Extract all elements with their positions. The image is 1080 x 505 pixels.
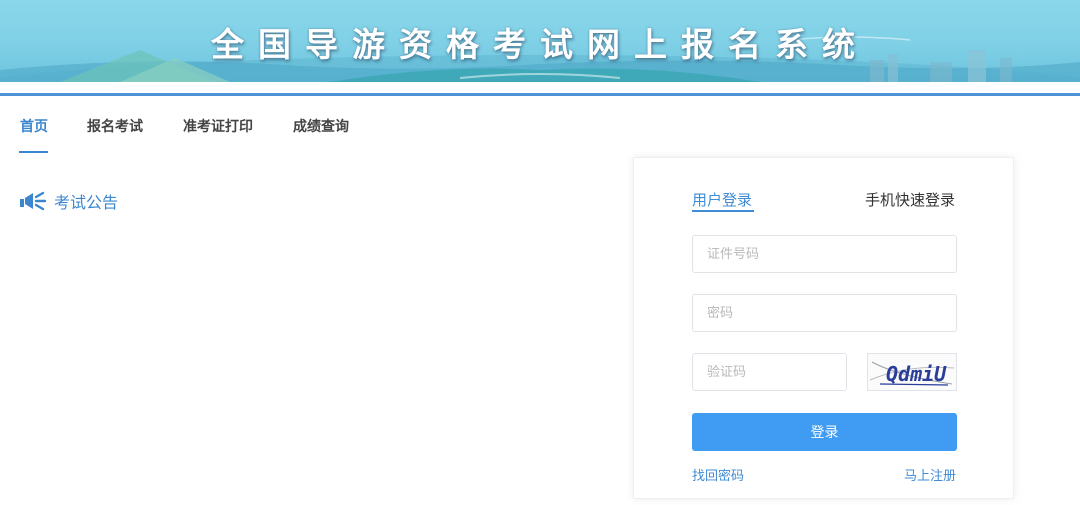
forgot-password-link[interactable]: 找回密码 (692, 465, 744, 484)
captcha-image[interactable]: QdmiU (867, 353, 957, 391)
tab-active-indicator (692, 210, 754, 212)
login-button[interactable]: 登录 (692, 413, 957, 451)
nav-item-admission-ticket[interactable]: 准考证打印 (183, 116, 253, 136)
captcha-graphic: QdmiU (869, 361, 955, 386)
password-input[interactable] (692, 294, 957, 332)
header-banner: 全国导游资格考试网上报名系统 (0, 0, 1080, 82)
nav-active-indicator (19, 151, 48, 153)
exam-notice-header: 考试公告 (19, 190, 118, 212)
notice-title: 考试公告 (54, 193, 119, 212)
main-nav: 首页 报名考试 准考证打印 成绩查询 (0, 96, 600, 156)
id-number-input[interactable] (692, 235, 957, 273)
login-panel: 用户登录 手机快速登录 QdmiU 登录 找回密码 马上注册 (633, 157, 1014, 499)
register-link[interactable]: 马上注册 (904, 465, 956, 484)
captcha-input[interactable] (692, 353, 847, 391)
captcha-text: QdmiU (886, 362, 947, 386)
nav-item-home[interactable]: 首页 (20, 116, 48, 136)
tab-user-login[interactable]: 用户登录 (692, 189, 752, 210)
nav-item-register-exam[interactable]: 报名考试 (87, 116, 143, 136)
nav-item-score-query[interactable]: 成绩查询 (293, 116, 349, 136)
megaphone-icon (20, 191, 47, 211)
page-title: 全国导游资格考试网上报名系统 (211, 25, 869, 64)
tab-phone-login[interactable]: 手机快速登录 (865, 189, 955, 210)
